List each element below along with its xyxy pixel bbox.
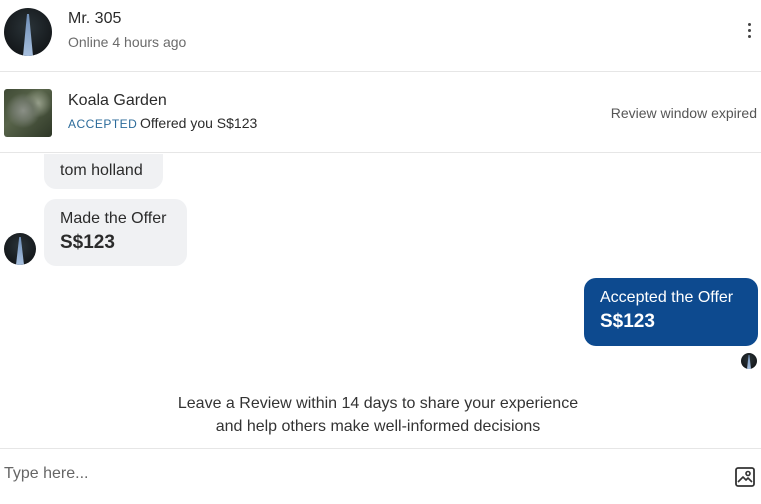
menu-dot	[747, 28, 751, 32]
offer-bubble-incoming: Made the Offer S$123	[44, 199, 187, 266]
sender-avatar	[4, 233, 36, 265]
accept-amount: S$123	[600, 311, 655, 332]
chat-window: Mr. 305 Online 4 hours ago Koala Garden …	[0, 0, 761, 504]
menu-dot	[747, 34, 751, 38]
offer-label: Made the Offer	[60, 210, 167, 227]
review-prompt: Leave a Review within 14 days to share y…	[0, 392, 756, 438]
accept-label: Accepted the Offer	[600, 289, 734, 306]
user-name[interactable]: Mr. 305	[68, 10, 121, 28]
user-avatar[interactable]	[4, 8, 52, 56]
listing-photo-icon[interactable]	[4, 89, 52, 137]
menu-dot	[747, 22, 751, 26]
more-vertical-icon[interactable]	[740, 18, 758, 42]
message-bubble-incoming: tom holland	[44, 154, 163, 189]
listing-bar[interactable]: Koala Garden ACCEPTED Offered you S$123 …	[0, 72, 761, 153]
review-prompt-line2: and help others make well-informed decis…	[215, 418, 541, 435]
review-status: Review window expired	[610, 105, 757, 121]
message-composer	[0, 448, 761, 504]
message-text: tom holland	[60, 162, 143, 179]
profile-photo-icon	[16, 237, 24, 265]
review-prompt-line1: Leave a Review within 14 days to share y…	[177, 395, 579, 412]
offer-bubble-outgoing: Accepted the Offer S$123	[584, 278, 758, 346]
read-receipt-avatar	[741, 353, 757, 369]
profile-photo-icon	[747, 355, 751, 369]
chat-header: Mr. 305 Online 4 hours ago	[0, 0, 761, 72]
user-status: Online 4 hours ago	[68, 34, 187, 50]
listing-title[interactable]: Koala Garden	[68, 92, 167, 110]
status-badge: ACCEPTED	[68, 117, 138, 131]
offer-amount: S$123	[60, 232, 115, 253]
image-upload-glyph	[735, 467, 755, 487]
image-upload-icon[interactable]	[734, 465, 756, 489]
profile-photo-icon	[23, 14, 33, 56]
message-input[interactable]	[4, 459, 704, 489]
offer-summary: Offered you S$123	[140, 115, 258, 131]
